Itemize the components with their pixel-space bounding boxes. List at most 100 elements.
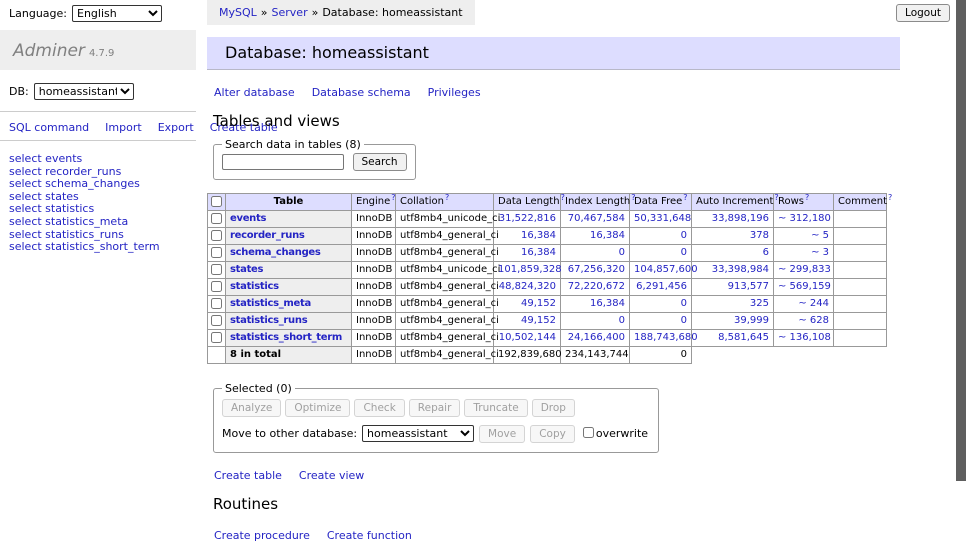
auto-increment-value-link[interactable]: 6: [763, 247, 769, 258]
column-help-link[interactable]: ?: [805, 193, 809, 202]
search-button[interactable]: Search: [353, 153, 407, 171]
rows-value-link[interactable]: ~ 5: [811, 230, 829, 241]
data-length-value-link[interactable]: 16,384: [521, 230, 556, 241]
data-free-value-link[interactable]: 0: [681, 298, 687, 309]
table-name-link[interactable]: states: [230, 264, 263, 275]
rows-value-link[interactable]: ~ 244: [798, 298, 829, 309]
data-length-cell: 101,859,328: [494, 262, 561, 279]
row-checkbox[interactable]: [211, 281, 222, 292]
truncate-button[interactable]: Truncate: [464, 399, 527, 417]
overwrite-checkbox[interactable]: [583, 427, 594, 438]
column-help-link[interactable]: ?: [445, 193, 449, 202]
breadcrumb-link-server[interactable]: Server: [272, 6, 308, 19]
table-name-link[interactable]: statistics: [230, 281, 279, 292]
data-length-value-link[interactable]: 10,502,144: [499, 332, 556, 343]
alter-database-link[interactable]: Alter database: [214, 86, 295, 99]
row-checkbox[interactable]: [211, 230, 222, 241]
auto-increment-value-link[interactable]: 378: [750, 230, 769, 241]
language-select[interactable]: English: [72, 5, 162, 22]
rows-value-link[interactable]: ~ 569,159: [778, 281, 831, 292]
create-table-link[interactable]: Create table: [214, 469, 282, 482]
analyze-button[interactable]: Analyze: [222, 399, 281, 417]
scrollbar-thumb[interactable]: [956, 0, 966, 481]
copy-button[interactable]: Copy: [530, 425, 575, 443]
row-checkbox[interactable]: [211, 315, 222, 326]
table-name-link[interactable]: schema_changes: [230, 247, 321, 258]
database-schema-link[interactable]: Database schema: [312, 86, 411, 99]
db-select[interactable]: homeassistant: [34, 83, 134, 100]
table-row: recorder_runsInnoDButf8mb4_general_ci16,…: [208, 228, 887, 245]
breadcrumb-link-mysql[interactable]: MySQL: [219, 6, 257, 19]
index-length-value-link[interactable]: 67,256,320: [568, 264, 625, 275]
sidebar-item-select-statistics-short-term[interactable]: select statistics_short_term: [9, 241, 188, 254]
data-length-value-link[interactable]: 101,859,328: [498, 264, 562, 275]
table-name-link[interactable]: statistics_short_term: [230, 332, 342, 343]
create-function-link[interactable]: Create function: [327, 529, 412, 542]
sidebar-item-select-statistics-meta[interactable]: select statistics_meta: [9, 216, 188, 229]
index-length-value-link[interactable]: 0: [619, 247, 625, 258]
auto-increment-value-link[interactable]: 33,898,196: [712, 213, 769, 224]
sidebar-table-list: select events select recorder_runs selec…: [0, 141, 196, 262]
auto-increment-value-link[interactable]: 325: [750, 298, 769, 309]
data-length-value-link[interactable]: 31,522,816: [499, 213, 556, 224]
row-checkbox[interactable]: [211, 298, 222, 309]
privileges-link[interactable]: Privileges: [428, 86, 481, 99]
rows-value-link[interactable]: ~ 136,108: [778, 332, 831, 343]
rows-value-link[interactable]: ~ 3: [811, 247, 829, 258]
move-database-select[interactable]: homeassistant: [362, 425, 474, 442]
data-free-value-link[interactable]: 0: [681, 247, 687, 258]
row-checkbox[interactable]: [211, 332, 222, 343]
index-length-value-link[interactable]: 70,467,584: [568, 213, 625, 224]
column-help-link[interactable]: ?: [888, 193, 892, 202]
sidebar-link-import[interactable]: Import: [105, 121, 142, 134]
auto-increment-cell: 325: [692, 296, 774, 313]
column-help-link[interactable]: ?: [683, 193, 687, 202]
comment-cell: [834, 228, 887, 245]
auto-increment-value-link[interactable]: 913,577: [728, 281, 769, 292]
rows-value-link[interactable]: ~ 299,833: [778, 264, 831, 275]
create-procedure-link[interactable]: Create procedure: [214, 529, 310, 542]
sidebar-link-sql-command[interactable]: SQL command: [9, 121, 89, 134]
data-free-value-link[interactable]: 50,331,648: [634, 213, 691, 224]
rows-value-link[interactable]: ~ 628: [798, 315, 829, 326]
rows-value-link[interactable]: ~ 312,180: [778, 213, 831, 224]
column-help-link[interactable]: ?: [391, 193, 395, 202]
data-free-value-link[interactable]: 104,857,600: [634, 264, 698, 275]
table-name-link[interactable]: events: [230, 213, 266, 224]
search-input[interactable]: [222, 154, 344, 170]
drop-button[interactable]: Drop: [532, 399, 575, 417]
index-length-value-link[interactable]: 16,384: [590, 298, 625, 309]
sidebar-item-select-schema-changes[interactable]: select schema_changes: [9, 178, 188, 191]
table-name-link[interactable]: statistics_runs: [230, 315, 307, 326]
data-length-value-link[interactable]: 16,384: [521, 247, 556, 258]
index-length-value-link[interactable]: 24,166,400: [568, 332, 625, 343]
table-name-link[interactable]: statistics_meta: [230, 298, 311, 309]
data-free-value-link[interactable]: 6,291,456: [636, 281, 687, 292]
select-all-checkbox[interactable]: [211, 196, 222, 207]
optimize-button[interactable]: Optimize: [285, 399, 350, 417]
repair-button[interactable]: Repair: [409, 399, 461, 417]
logout-button[interactable]: Logout: [896, 4, 950, 22]
sidebar-link-export[interactable]: Export: [158, 121, 194, 134]
auto-increment-value-link[interactable]: 39,999: [734, 315, 769, 326]
row-checkbox[interactable]: [211, 247, 222, 258]
sidebar-item-select-events[interactable]: select events: [9, 153, 188, 166]
move-button[interactable]: Move: [479, 425, 525, 443]
index-length-value-link[interactable]: 0: [619, 315, 625, 326]
data-length-value-link[interactable]: 48,824,320: [499, 281, 556, 292]
index-length-value-link[interactable]: 72,220,672: [568, 281, 625, 292]
auto-increment-value-link[interactable]: 33,398,984: [712, 264, 769, 275]
check-button[interactable]: Check: [354, 399, 404, 417]
data-free-value-link[interactable]: 188,743,680: [634, 332, 698, 343]
index-length-value-link[interactable]: 16,384: [590, 230, 625, 241]
row-checkbox[interactable]: [211, 213, 222, 224]
data-free-value-link[interactable]: 0: [681, 230, 687, 241]
auto-increment-value-link[interactable]: 8,581,645: [718, 332, 769, 343]
create-view-link[interactable]: Create view: [299, 469, 364, 482]
row-checkbox[interactable]: [211, 264, 222, 275]
table-name-link[interactable]: recorder_runs: [230, 230, 305, 241]
data-length-value-link[interactable]: 49,152: [521, 298, 556, 309]
data-length-value-link[interactable]: 49,152: [521, 315, 556, 326]
adminer-logo[interactable]: Adminer: [13, 41, 85, 61]
data-free-value-link[interactable]: 0: [681, 315, 687, 326]
